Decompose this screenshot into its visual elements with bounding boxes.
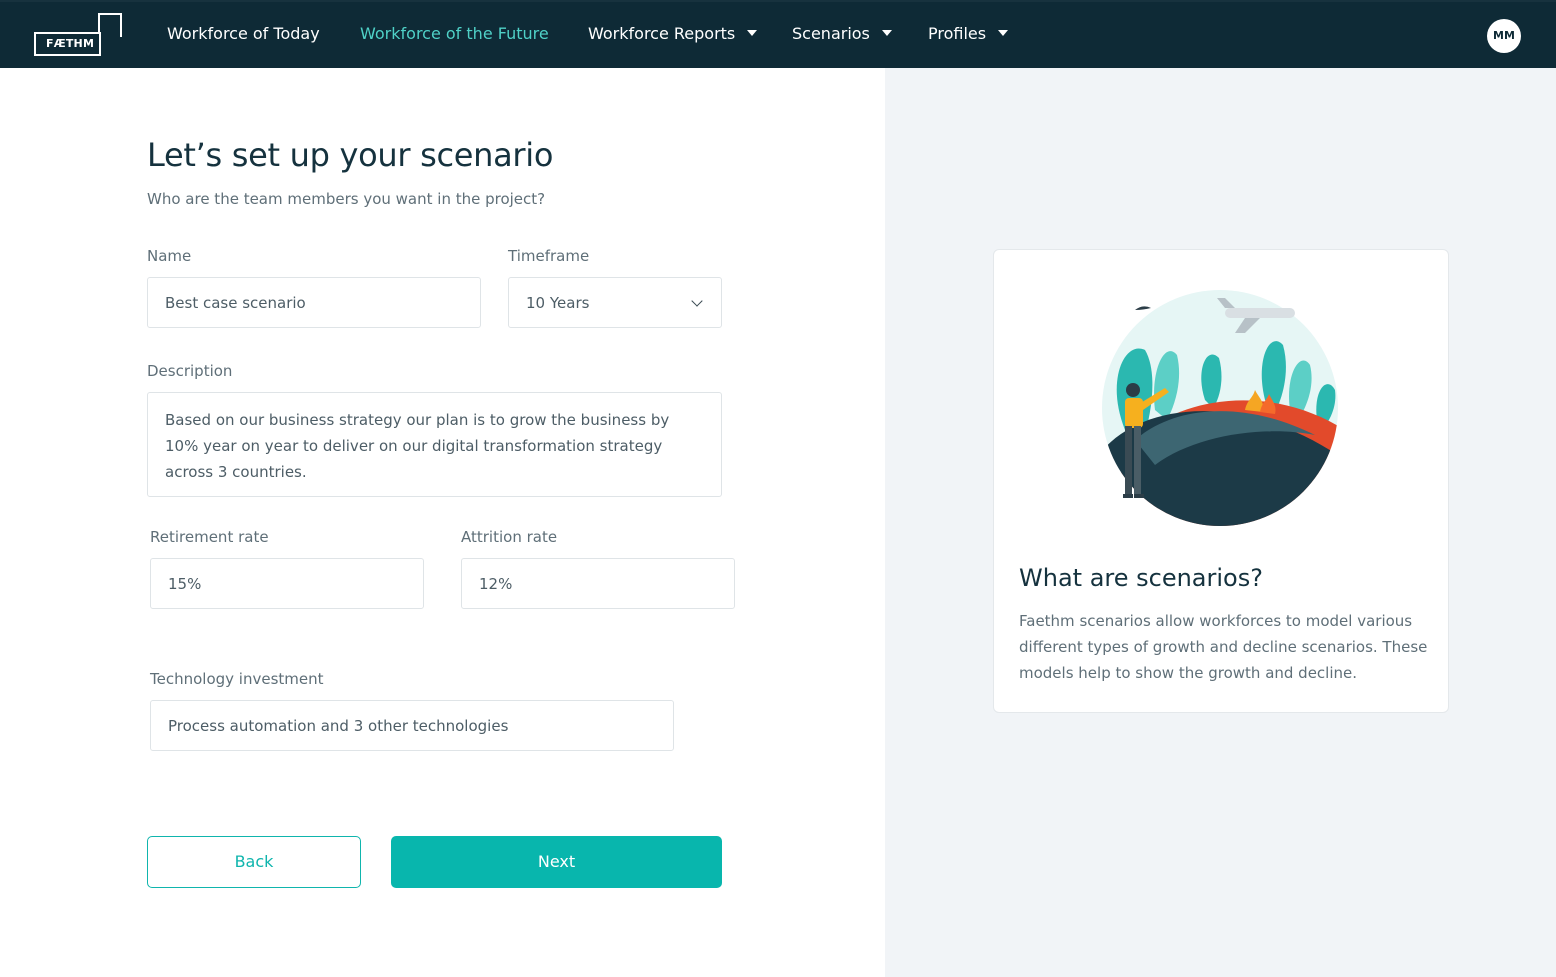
logo-text: FÆTHM	[34, 32, 101, 56]
back-button[interactable]: Back	[147, 836, 361, 888]
nav-profiles[interactable]: Profiles	[928, 24, 1009, 43]
technology-investment-label: Technology investment	[150, 670, 324, 688]
page-title: Let’s set up your scenario	[147, 136, 554, 174]
retirement-rate-input[interactable]: 15%	[150, 558, 424, 609]
chevron-down-icon	[691, 295, 703, 307]
top-navbar: FÆTHM Workforce of Today Workforce of th…	[0, 0, 1556, 68]
description-label: Description	[147, 362, 233, 380]
info-card-text: Faethm scenarios allow workforces to mod…	[1019, 612, 1428, 682]
attrition-rate-label: Attrition rate	[461, 528, 558, 546]
nav-scenarios[interactable]: Scenarios	[792, 24, 892, 43]
nav-workforce-of-the-future[interactable]: Workforce of the Future	[360, 24, 549, 43]
scenario-illustration	[1102, 290, 1338, 526]
caret-down-icon	[881, 30, 892, 36]
nav-workforce-reports[interactable]: Workforce Reports	[588, 24, 758, 43]
nav-workforce-of-today[interactable]: Workforce of Today	[167, 24, 320, 43]
faethm-logo[interactable]: FÆTHM	[34, 13, 124, 59]
name-label: Name	[147, 247, 192, 265]
timeframe-value: 10 Years	[526, 294, 590, 312]
retirement-rate-label: Retirement rate	[150, 528, 269, 546]
technology-investment-input[interactable]: Process automation and 3 other technolog…	[150, 700, 674, 751]
user-avatar[interactable]: MM	[1487, 19, 1521, 53]
caret-down-icon	[998, 30, 1009, 36]
description-textarea[interactable]: Based on our business strategy our plan …	[147, 392, 722, 497]
timeframe-label: Timeframe	[508, 247, 590, 265]
attrition-rate-input[interactable]: 12%	[461, 558, 735, 609]
caret-down-icon	[747, 30, 758, 36]
timeframe-select[interactable]: 10 Years	[508, 277, 722, 328]
page-subtitle: Who are the team members you want in the…	[147, 190, 546, 208]
next-button[interactable]: Next	[391, 836, 722, 888]
name-input[interactable]: Best case scenario	[147, 277, 481, 328]
info-card-title: What are scenarios?	[1019, 564, 1263, 592]
